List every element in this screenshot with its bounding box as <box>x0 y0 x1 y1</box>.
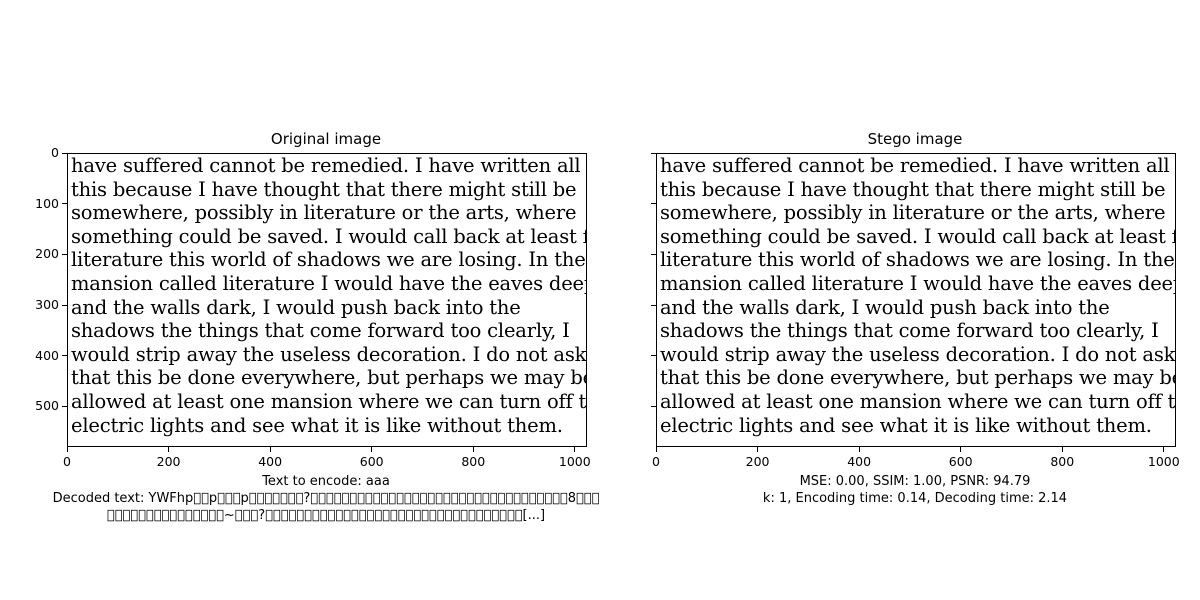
x-tick <box>655 447 657 452</box>
image-text-line: shadows the things that come forward too… <box>660 319 1159 343</box>
stego-image-text: have suffered cannot be remedied. I have… <box>660 154 1176 437</box>
x-tick <box>1061 447 1063 452</box>
x-tick-label: 1000 <box>558 454 591 469</box>
x-tick <box>66 447 68 452</box>
image-text-line: would strip away the useless decoration.… <box>71 342 587 366</box>
image-text-line: somewhere, possibly in literature or the… <box>71 201 577 225</box>
y-tick <box>62 304 67 306</box>
y-tick <box>62 152 67 154</box>
y-tick <box>651 304 656 306</box>
x-tick <box>574 447 576 452</box>
image-text-line: would strip away the useless decoration.… <box>660 342 1176 366</box>
x-tick-label: 400 <box>258 454 283 469</box>
image-text-line: electric lights and see what it is like … <box>71 413 563 437</box>
y-tick-label: 100 <box>35 195 59 211</box>
y-tick-label: 300 <box>35 297 59 313</box>
y-tick <box>62 405 67 407</box>
image-text-line: something could be saved. I would call b… <box>71 224 587 248</box>
decoded-text-caption-line2:                ~   ?                    … <box>106 508 546 523</box>
text-to-encode-caption: Text to encode: aaa <box>262 474 390 489</box>
image-text-line: mansion called literature I would have t… <box>660 271 1176 295</box>
x-tick-label: 200 <box>745 454 770 469</box>
y-tick <box>651 152 656 154</box>
x-tick <box>960 447 962 452</box>
x-tick <box>858 447 860 452</box>
x-tick <box>371 447 373 452</box>
y-tick-label: 400 <box>35 347 59 363</box>
image-text-line: and the walls dark, I would push back in… <box>660 295 1110 319</box>
image-text-line: have suffered cannot be remedied. I have… <box>660 154 1170 177</box>
y-tick <box>651 355 656 357</box>
stego-image-frame: have suffered cannot be remedied. I have… <box>656 153 1176 447</box>
y-tick <box>62 203 67 205</box>
original-image-text: have suffered cannot be remedied. I have… <box>71 154 587 437</box>
x-tick <box>757 447 759 452</box>
x-tick <box>168 447 170 452</box>
image-text-line: literature this world of shadows we are … <box>660 248 1175 272</box>
x-tick-label: 800 <box>461 454 486 469</box>
y-tick <box>62 355 67 357</box>
x-tick-label: 200 <box>156 454 181 469</box>
image-text-line: something could be saved. I would call b… <box>660 224 1176 248</box>
image-text-line: mansion called literature I would have t… <box>71 271 587 295</box>
image-text-line: electric lights and see what it is like … <box>660 413 1152 437</box>
y-tick <box>62 253 67 255</box>
x-tick-label: 400 <box>847 454 872 469</box>
image-text-line: that this be done everywhere, but perhap… <box>660 366 1176 390</box>
original-title: Original image <box>270 130 382 148</box>
x-tick-label: 1000 <box>1147 454 1180 469</box>
y-tick <box>651 253 656 255</box>
x-tick <box>472 447 474 452</box>
x-tick <box>269 447 271 452</box>
x-tick-label: 800 <box>1050 454 1075 469</box>
image-text-line: that this be done everywhere, but perhap… <box>71 366 587 390</box>
image-text-line: somewhere, possibly in literature or the… <box>660 201 1166 225</box>
y-tick-label: 500 <box>35 398 59 414</box>
x-tick-label: 0 <box>652 454 660 469</box>
x-tick-label: 0 <box>63 454 71 469</box>
decoded-text-caption-line1: Decoded text: YWFhp  p   p       ?      … <box>52 491 600 506</box>
image-text-line: shadows the things that come forward too… <box>71 319 570 343</box>
timing-caption: k: 1, Encoding time: 0.14, Decoding time… <box>762 491 1068 506</box>
x-tick <box>1163 447 1165 452</box>
x-tick-label: 600 <box>359 454 384 469</box>
stego-title: Stego image <box>867 130 963 148</box>
image-text-line: have suffered cannot be remedied. I have… <box>71 154 581 177</box>
image-text-line: and the walls dark, I would push back in… <box>71 295 521 319</box>
image-text-line: this because I have thought that there m… <box>660 177 1166 201</box>
image-text-line: allowed at least one mansion where we ca… <box>660 389 1176 413</box>
x-tick-label: 600 <box>948 454 973 469</box>
image-text-line: this because I have thought that there m… <box>71 177 577 201</box>
y-tick <box>651 405 656 407</box>
original-image-frame: have suffered cannot be remedied. I have… <box>67 153 587 447</box>
metrics-caption: MSE: 0.00, SSIM: 1.00, PSNR: 94.79 <box>799 474 1031 489</box>
image-text-line: literature this world of shadows we are … <box>71 248 586 272</box>
y-tick <box>651 203 656 205</box>
y-tick-label: 0 <box>51 145 59 160</box>
image-text-line: allowed at least one mansion where we ca… <box>71 389 587 413</box>
y-tick-label: 200 <box>35 246 59 262</box>
